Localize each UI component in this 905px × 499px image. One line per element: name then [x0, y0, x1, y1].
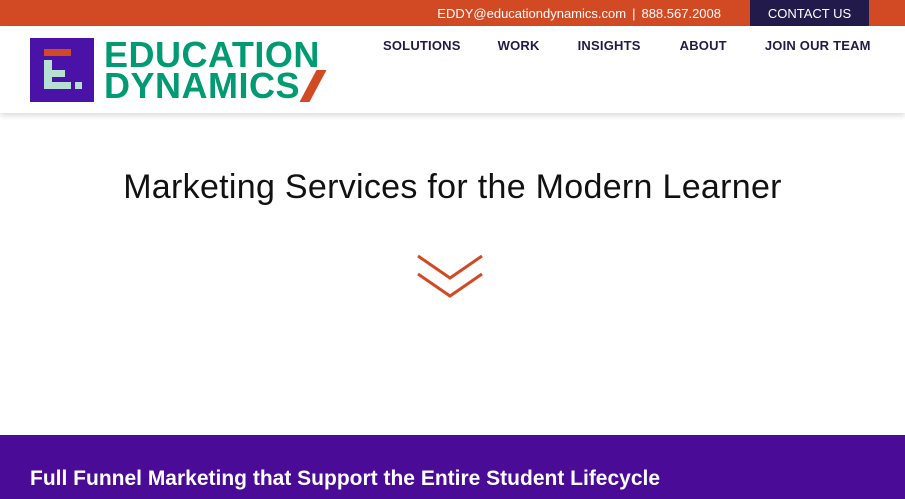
email-link[interactable]: EDDY@educationdynamics.com	[437, 6, 626, 21]
contact-us-button[interactable]: CONTACT US	[750, 0, 869, 26]
separator: |	[632, 5, 636, 21]
hero-title: Marketing Services for the Modern Learne…	[123, 168, 782, 206]
main-nav: SOLUTIONS WORK INSIGHTS ABOUT JOIN OUR T…	[383, 38, 871, 53]
services-band: Full Funnel Marketing that Support the E…	[0, 435, 905, 499]
site-header: EDUCATION DYNAMICS SOLUTIONS WORK INSIGH…	[0, 26, 905, 113]
double-chevron-down-icon[interactable]	[416, 254, 484, 302]
nav-item-about[interactable]: ABOUT	[680, 38, 727, 53]
nav-item-join-our-team[interactable]: JOIN OUR TEAM	[765, 38, 871, 53]
contact-info: EDDY@educationdynamics.com | 888.567.200…	[437, 0, 721, 26]
phone-link[interactable]: 888.567.2008	[641, 6, 721, 21]
nav-item-insights[interactable]: INSIGHTS	[578, 38, 641, 53]
logo-slash-icon	[299, 69, 327, 102]
nav-item-solutions[interactable]: SOLUTIONS	[383, 38, 461, 53]
logo-line-2-wrap: DYNAMICS	[104, 65, 327, 106]
brand-logo[interactable]: EDUCATION DYNAMICS	[30, 36, 327, 106]
logo-mark-icon	[30, 38, 94, 102]
nav-item-work[interactable]: WORK	[498, 38, 540, 53]
logo-line-2: DYNAMICS	[104, 65, 301, 106]
utility-bar: EDDY@educationdynamics.com | 888.567.200…	[0, 0, 905, 26]
logo-wordmark: EDUCATION DYNAMICS	[104, 36, 327, 106]
section-heading: Full Funnel Marketing that Support the E…	[30, 467, 661, 490]
